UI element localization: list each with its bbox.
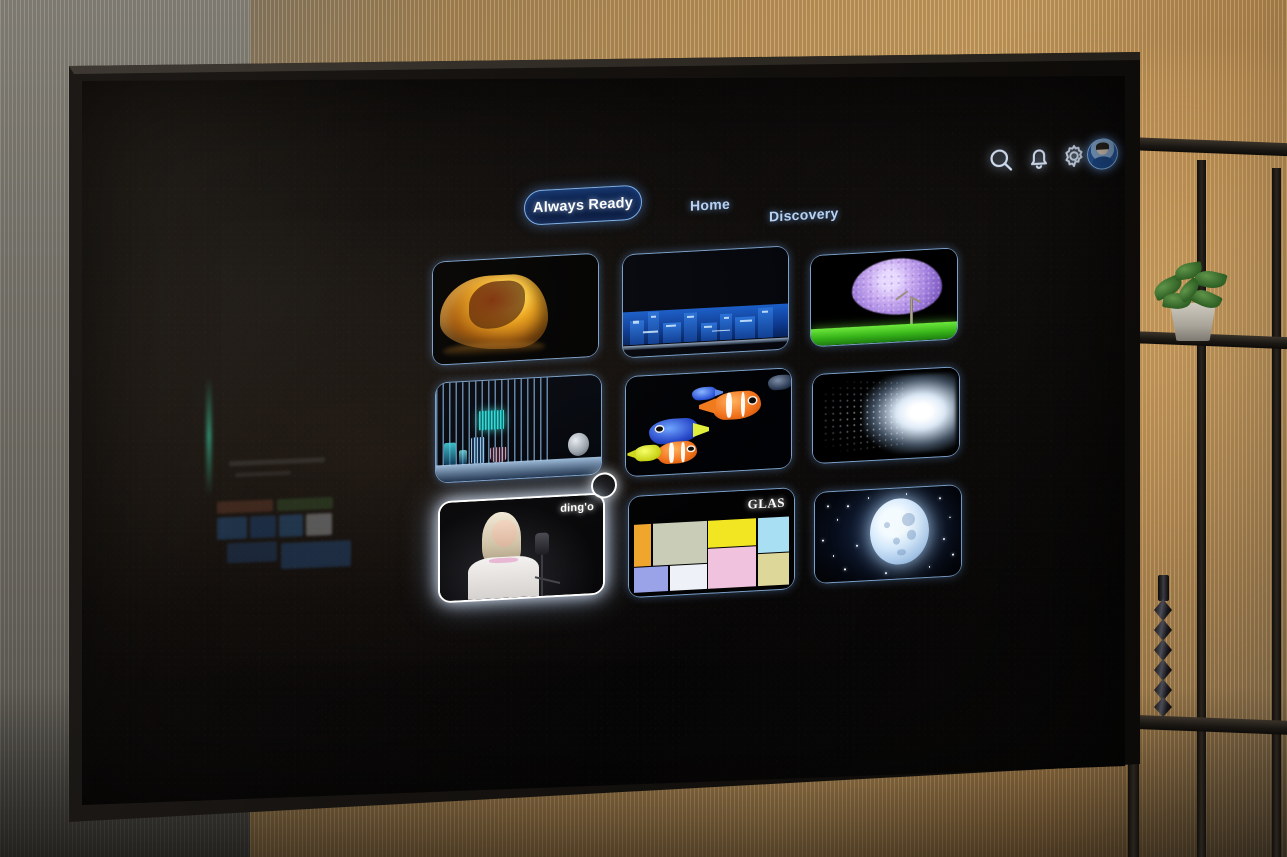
- mondrian-block-lightblue: [758, 516, 790, 554]
- fish-clownfish-large: [712, 389, 762, 421]
- tree-trunk: [910, 298, 914, 326]
- tile-music-badge: ding'o: [560, 501, 594, 515]
- candlestick-segment: [1154, 659, 1172, 681]
- candlestick-segment: [1154, 599, 1172, 621]
- moon-disc: [870, 496, 929, 567]
- mondrian-block-periwinkle: [633, 565, 669, 593]
- tile-city-thumbnail: [623, 246, 788, 358]
- tile-city[interactable]: [622, 245, 789, 359]
- potted-plant: [1147, 253, 1237, 343]
- mondrian-block-yellow: [708, 518, 757, 548]
- mondrian-block-orange: [633, 523, 651, 567]
- tile-music[interactable]: ding'o: [438, 471, 617, 604]
- avatar-hair: [1096, 142, 1109, 151]
- candlestick-top: [1158, 575, 1169, 601]
- light-tunnel-glow: [862, 372, 957, 456]
- microphone-head: [534, 532, 550, 556]
- search-icon[interactable]: [987, 145, 1015, 175]
- tree-grass: [811, 321, 957, 347]
- tile-glas[interactable]: GLAS: [628, 487, 795, 599]
- candlestick-segment: [1154, 619, 1172, 641]
- top-icon-group: [987, 137, 1118, 191]
- tile-aquarium[interactable]: [625, 367, 792, 478]
- avatar[interactable]: [1087, 137, 1118, 171]
- tv-screen[interactable]: Always Ready Home Discovery ding'o GLAS: [82, 76, 1125, 805]
- tile-food-thumbnail: [433, 253, 598, 365]
- top-navigation-bar: Always Ready Home Discovery: [82, 76, 1125, 226]
- fish-yellow: [634, 444, 661, 462]
- interior-artwork: [478, 409, 504, 431]
- tile-moon[interactable]: [814, 484, 962, 585]
- tile-tree[interactable]: [810, 247, 958, 348]
- candlestick-segment: [1154, 639, 1172, 661]
- avatar-body: [1092, 156, 1113, 171]
- mondrian-block-pink: [708, 546, 757, 589]
- fish-dark-blue: [767, 374, 791, 391]
- tab-home[interactable]: Home: [690, 196, 730, 214]
- interior-sphere: [568, 432, 590, 457]
- focus-cursor-indicator[interactable]: [591, 471, 617, 500]
- television: Always Ready Home Discovery ding'o GLAS: [44, 52, 1154, 822]
- mondrian-block-sage: [652, 520, 707, 566]
- tree-canopy-texture: [851, 256, 943, 318]
- candlestick: [1154, 575, 1172, 720]
- mondrian-composition: [633, 516, 790, 593]
- tile-interior-thumbnail: [436, 374, 601, 483]
- content-tile-grid: ding'o GLAS: [432, 234, 962, 612]
- bell-icon[interactable]: [1025, 143, 1053, 173]
- tile-aquarium-thumbnail: [626, 368, 791, 477]
- shelf-post-right: [1272, 168, 1281, 857]
- tile-tree-thumbnail: [811, 248, 957, 347]
- tile-light-tunnel[interactable]: [812, 366, 960, 465]
- candlestick-segment: [1154, 697, 1172, 717]
- tile-food[interactable]: [432, 252, 599, 366]
- mondrian-block-khaki: [758, 552, 790, 587]
- tab-always-ready[interactable]: Always Ready: [524, 184, 642, 226]
- tv-ui-layer: Always Ready Home Discovery ding'o GLAS: [82, 76, 1125, 805]
- tile-interior[interactable]: [435, 373, 602, 484]
- mondrian-block-white: [669, 563, 707, 591]
- tab-discovery[interactable]: Discovery: [769, 205, 839, 225]
- tab-always-ready-label: Always Ready: [533, 194, 633, 216]
- tile-glas-badge: GLAS: [747, 494, 785, 512]
- fish-clownfish-small: [657, 440, 697, 465]
- tile-light-tunnel-thumbnail: [813, 367, 959, 464]
- gear-icon[interactable]: [1060, 141, 1088, 171]
- tile-moon-thumbnail: [815, 485, 961, 584]
